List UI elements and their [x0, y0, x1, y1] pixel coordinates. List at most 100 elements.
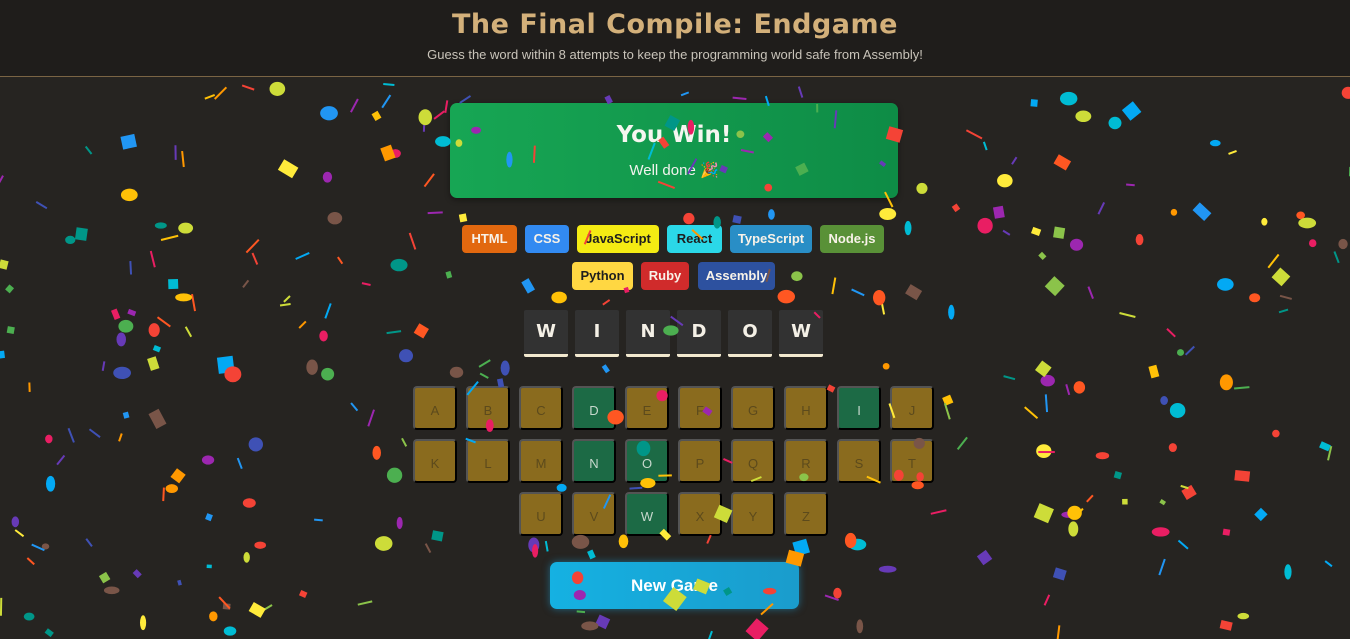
key-l[interactable]: L	[466, 439, 510, 483]
confetti-piece	[248, 602, 266, 618]
key-x[interactable]: X	[678, 492, 722, 536]
key-r[interactable]: R	[784, 439, 828, 483]
confetti-piece	[1319, 441, 1331, 452]
key-i[interactable]: I	[837, 386, 881, 430]
language-chip-python: Python	[572, 262, 633, 290]
confetti-piece	[1038, 251, 1047, 261]
key-s[interactable]: S	[837, 439, 881, 483]
language-chip-nodejs: Node.js	[820, 225, 884, 253]
new-game-button[interactable]: New Game	[550, 562, 799, 609]
confetti-piece	[732, 214, 742, 224]
key-a[interactable]: A	[413, 386, 457, 430]
key-c[interactable]: C	[519, 386, 563, 430]
confetti-piece	[118, 319, 134, 333]
confetti-piece	[0, 597, 3, 616]
confetti-piece	[1180, 484, 1189, 490]
confetti-piece	[848, 538, 867, 551]
confetti-piece	[1044, 394, 1049, 413]
confetti-piece	[306, 359, 318, 375]
language-chip-ruby: Ruby	[641, 262, 689, 290]
confetti-piece	[1284, 564, 1292, 580]
key-d[interactable]: D	[572, 386, 616, 430]
confetti-piece	[878, 565, 897, 573]
key-b[interactable]: B	[466, 386, 510, 430]
confetti-piece	[1184, 345, 1195, 356]
confetti-piece	[1113, 471, 1123, 480]
confetti-piece	[1031, 226, 1042, 237]
confetti-piece	[269, 81, 286, 96]
key-j[interactable]: J	[890, 386, 934, 430]
confetti-piece	[214, 86, 228, 100]
confetti-piece	[165, 484, 179, 493]
confetti-piece	[1097, 201, 1106, 215]
confetti-piece	[222, 603, 231, 610]
confetti-piece	[595, 614, 611, 630]
key-q[interactable]: Q	[731, 439, 775, 483]
confetti-piece	[1053, 154, 1072, 171]
confetti-piece	[1043, 594, 1051, 606]
confetti-piece	[424, 543, 432, 554]
confetti-overlay	[0, 81, 1350, 639]
confetti-piece	[1087, 286, 1094, 300]
confetti-piece	[777, 289, 795, 304]
page-subtitle: Guess the word within 8 attempts to keep…	[427, 47, 923, 62]
key-z[interactable]: Z	[784, 492, 828, 536]
language-chip-react: React	[667, 225, 722, 253]
confetti-piece	[396, 516, 403, 530]
confetti-piece	[41, 543, 50, 550]
confetti-piece	[327, 212, 343, 225]
key-n[interactable]: N	[572, 439, 616, 483]
key-y[interactable]: Y	[731, 492, 775, 536]
confetti-piece	[1011, 156, 1018, 165]
confetti-piece	[1122, 498, 1128, 505]
confetti-piece	[576, 610, 586, 614]
key-e[interactable]: E	[625, 386, 669, 430]
key-k[interactable]: K	[413, 439, 457, 483]
confetti-piece	[916, 182, 928, 194]
confetti-piece	[361, 282, 371, 286]
key-v[interactable]: V	[572, 492, 616, 536]
confetti-piece	[431, 530, 444, 542]
confetti-piece	[528, 537, 540, 553]
confetti-piece	[44, 628, 54, 638]
confetti-piece	[1271, 267, 1291, 287]
confetti-piece	[386, 330, 402, 335]
confetti-piece	[1338, 238, 1348, 250]
confetti-piece	[942, 394, 954, 406]
key-h[interactable]: H	[784, 386, 828, 430]
confetti-piece	[1052, 567, 1067, 581]
confetti-piece	[205, 513, 213, 522]
confetti-piece	[367, 409, 375, 427]
confetti-piece	[824, 594, 839, 602]
win-message: Well done 🎉	[629, 162, 719, 179]
confetti-piece	[1296, 211, 1305, 220]
confetti-piece	[74, 227, 88, 241]
key-u[interactable]: U	[519, 492, 563, 536]
confetti-piece	[951, 203, 961, 213]
key-g[interactable]: G	[731, 386, 775, 430]
key-m[interactable]: M	[519, 439, 563, 483]
confetti-piece	[544, 540, 549, 552]
confetti-piece	[245, 239, 260, 254]
key-t[interactable]: T	[890, 439, 934, 483]
confetti-piece	[1067, 505, 1082, 520]
confetti-piece	[683, 212, 695, 225]
confetti-piece	[872, 290, 886, 306]
confetti-piece	[1030, 99, 1038, 107]
confetti-piece	[1177, 539, 1189, 550]
confetti-piece	[1249, 293, 1261, 303]
key-f[interactable]: F	[678, 386, 722, 430]
confetti-piece	[314, 518, 323, 522]
confetti-piece	[629, 486, 643, 490]
key-o[interactable]: O	[625, 439, 669, 483]
confetti-piece	[11, 516, 20, 528]
confetti-piece	[423, 173, 435, 188]
confetti-piece	[1267, 253, 1280, 269]
confetti-piece	[390, 149, 401, 158]
confetti-piece	[298, 320, 307, 329]
confetti-piece	[1181, 484, 1197, 500]
confetti-piece	[132, 569, 142, 579]
key-w[interactable]: W	[625, 492, 669, 536]
key-p[interactable]: P	[678, 439, 722, 483]
confetti-piece	[977, 217, 993, 234]
